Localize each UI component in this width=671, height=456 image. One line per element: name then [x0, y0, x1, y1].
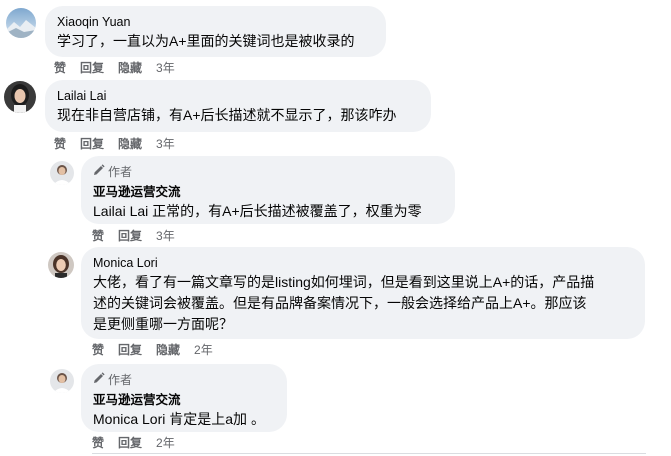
- reply-button[interactable]: 回复: [118, 342, 142, 358]
- comment-actions: 赞 回复 2年: [92, 435, 175, 451]
- reply-button[interactable]: 回复: [118, 435, 142, 451]
- reply-button[interactable]: 回复: [118, 228, 142, 244]
- author-badge-label: 作者: [108, 164, 133, 179]
- comment-time[interactable]: 2年: [156, 435, 175, 451]
- comment-text-line: 述的关键词会被覆盖。但是有品牌备案情况下，一般会选择给产品上A+。那应该: [93, 295, 587, 311]
- comment-text: Lailai Lai 正常的，有A+后长描述被覆盖了，权重为零: [93, 201, 443, 222]
- comment-author[interactable]: 亚马逊运营交流: [93, 392, 275, 408]
- author-badge: 作者: [93, 164, 443, 180]
- comment-time[interactable]: 3年: [156, 136, 175, 152]
- comment-author[interactable]: 亚马逊运营交流: [93, 184, 443, 200]
- comment-author[interactable]: Xiaoqin Yuan: [57, 14, 374, 30]
- author-badge-label: 作者: [108, 372, 133, 387]
- like-button[interactable]: 赞: [92, 342, 104, 358]
- comment-bubble: Xiaoqin Yuan 学习了，一直以为A+里面的关键词也是被收录的: [45, 6, 386, 57]
- pencil-icon: [93, 372, 105, 388]
- comment-actions: 赞 回复 隐藏 3年: [54, 60, 175, 76]
- mention-link[interactable]: Monica Lori: [93, 411, 165, 427]
- avatar[interactable]: [48, 252, 74, 278]
- pencil-icon: [93, 164, 105, 180]
- comment-text-line: 大佬，看了有一篇文章写的是listing如何埋词，但是看到这里说上A+的话，产品…: [93, 274, 595, 290]
- comment-author[interactable]: Monica Lori: [93, 255, 633, 271]
- comment-text: 大佬，看了有一篇文章写的是listing如何埋词，但是看到这里说上A+的话，产品…: [93, 272, 633, 335]
- hide-button[interactable]: 隐藏: [156, 342, 180, 358]
- comment-text: 学习了，一直以为A+里面的关键词也是被收录的: [57, 33, 355, 49]
- like-button[interactable]: 赞: [54, 136, 66, 152]
- comment-actions: 赞 回复 隐藏 3年: [54, 136, 175, 152]
- like-button[interactable]: 赞: [92, 228, 104, 244]
- comment-time[interactable]: 3年: [156, 60, 175, 76]
- comment-bubble: Monica Lori 大佬，看了有一篇文章写的是listing如何埋词，但是看…: [81, 247, 645, 339]
- reply-button[interactable]: 回复: [80, 136, 104, 152]
- hide-button[interactable]: 隐藏: [118, 136, 142, 152]
- comment-bubble: 作者 亚马逊运营交流 Lailai Lai 正常的，有A+后长描述被覆盖了，权重…: [81, 156, 455, 224]
- comment-time[interactable]: 2年: [194, 342, 213, 358]
- hide-button[interactable]: 隐藏: [118, 60, 142, 76]
- comment-actions: 赞 回复 3年: [92, 228, 175, 244]
- mention-link[interactable]: Lailai Lai: [93, 203, 148, 219]
- avatar[interactable]: [4, 81, 36, 113]
- comment-text: Monica Lori 肯定是上a加 。: [93, 409, 275, 430]
- reply-button[interactable]: 回复: [80, 60, 104, 76]
- divider: [92, 453, 646, 454]
- comment-text-body: 正常的，有A+后长描述被覆盖了，权重为零: [148, 203, 422, 219]
- comment-text-line: 是更侧重哪一方面呢？: [93, 316, 233, 332]
- like-button[interactable]: 赞: [54, 60, 66, 76]
- comment-bubble: 作者 亚马逊运营交流 Monica Lori 肯定是上a加 。: [81, 364, 287, 432]
- author-badge: 作者: [93, 372, 275, 388]
- comment-text: 现在非自营店铺，有A+后长描述就不显示了，那该咋办: [57, 107, 397, 123]
- comment-bubble: Lailai Lai 现在非自营店铺，有A+后长描述就不显示了，那该咋办: [45, 80, 431, 132]
- like-button[interactable]: 赞: [92, 435, 104, 451]
- comment-author[interactable]: Lailai Lai: [57, 88, 419, 104]
- avatar[interactable]: [50, 369, 74, 393]
- comment-text-body: 肯定是上a加 。: [165, 411, 265, 427]
- comment-actions: 赞 回复 隐藏 2年: [92, 342, 213, 358]
- avatar[interactable]: [50, 161, 74, 185]
- comment-time[interactable]: 3年: [156, 228, 175, 244]
- avatar[interactable]: [6, 8, 36, 38]
